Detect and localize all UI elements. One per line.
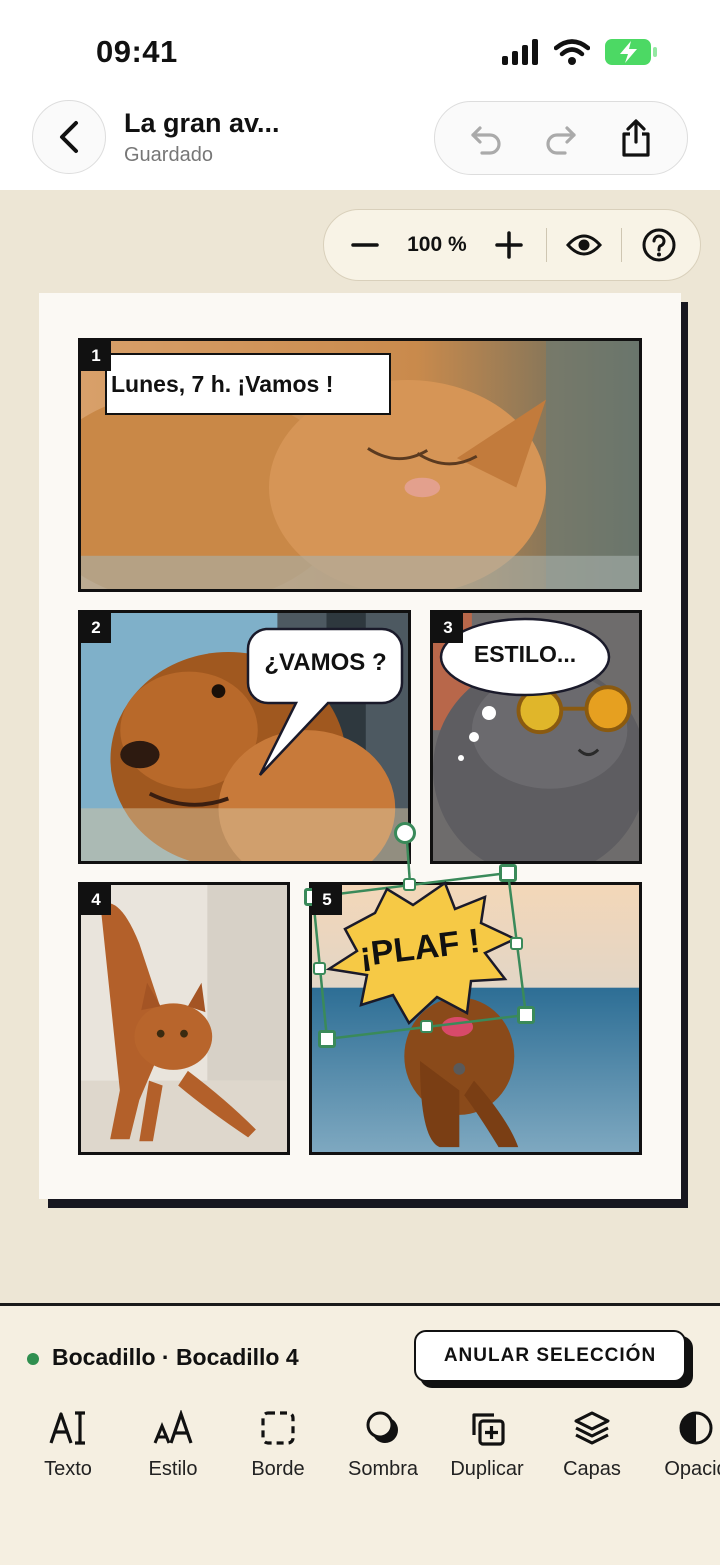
document-title[interactable]: La gran av... (124, 108, 280, 139)
bottom-toolbar: Bocadillo · Bocadillo 4 ANULAR SELECCIÓN… (0, 1303, 720, 1565)
battery-icon (605, 39, 657, 65)
resize-handle[interactable] (517, 1006, 535, 1024)
panel-2[interactable]: 2 ¿VAMOS ? (78, 610, 411, 864)
editor-header: La gran av... Guardado (0, 100, 720, 190)
redo-icon[interactable] (543, 120, 579, 156)
zoom-out-button[interactable] (336, 215, 394, 275)
tool-borde[interactable]: Borde (228, 1406, 328, 1481)
tool-label: Opacid (664, 1458, 720, 1480)
panel-4[interactable]: 4 (78, 882, 290, 1155)
tool-opacidad[interactable]: Opacid (646, 1406, 720, 1481)
tool-label: Texto (44, 1458, 92, 1480)
tool-capas[interactable]: Capas (542, 1406, 642, 1481)
zoom-in-button[interactable] (480, 215, 538, 275)
comic-page: 1 Lunes, 7 h. ¡Vamos ! 2 ¿VAMOS ? 3 ESTI… (39, 293, 681, 1199)
panel-number: 5 (312, 885, 342, 915)
tool-label: Estilo (148, 1458, 198, 1480)
border-icon (261, 1411, 295, 1445)
plus-icon (495, 231, 523, 259)
shadow-icon (366, 1411, 398, 1443)
status-time: 09:41 (96, 34, 178, 69)
tool-label: Sombra (347, 1458, 419, 1480)
resize-handle[interactable] (318, 1030, 336, 1048)
panel-4-image (81, 885, 287, 1152)
tool-duplicar[interactable]: Duplicar (437, 1406, 537, 1481)
text-icon (49, 1411, 85, 1445)
font-size-icon (153, 1410, 193, 1444)
tool-texto[interactable]: Texto (18, 1406, 118, 1481)
resize-handle[interactable] (420, 1020, 433, 1033)
layers-icon (574, 1411, 610, 1445)
panel-1[interactable]: 1 Lunes, 7 h. ¡Vamos ! (78, 338, 642, 592)
status-bar: 09:41 (0, 0, 720, 100)
caption-box[interactable]: Lunes, 7 h. ¡Vamos ! (105, 353, 391, 415)
eye-icon (566, 234, 603, 256)
deselect-button[interactable]: ANULAR SELECCIÓN (414, 1330, 686, 1382)
selection-indicator (27, 1353, 39, 1365)
save-status: Guardado (124, 144, 213, 166)
wifi-icon (554, 39, 590, 65)
panel-3[interactable]: 3 ESTILO... (430, 610, 642, 864)
status-icons (502, 38, 658, 66)
tool-sombra[interactable]: Sombra (333, 1406, 433, 1481)
zoom-level: 100 % (407, 233, 467, 256)
tool-label: Borde (251, 1458, 305, 1480)
back-button[interactable] (32, 100, 106, 174)
speech-bubble-text: ¿VAMOS ? (264, 649, 387, 676)
panel-number: 1 (81, 341, 111, 371)
zoom-toolbar: 100 % (323, 209, 701, 281)
help-icon (642, 228, 676, 262)
undo-icon[interactable] (468, 120, 504, 156)
panel-number: 4 (81, 885, 111, 915)
resize-handle[interactable] (403, 878, 416, 891)
selection-label: Bocadillo · Bocadillo 4 (52, 1344, 299, 1370)
minus-icon (351, 243, 379, 247)
preview-button[interactable] (555, 215, 613, 275)
resize-handle[interactable] (313, 962, 326, 975)
signal-icon (502, 39, 538, 65)
zoom-divider (545, 228, 548, 262)
thought-bubble[interactable] (433, 613, 642, 773)
burst-bubble-selected[interactable]: ¡PLAF ! (304, 822, 545, 1054)
panel-number: 2 (81, 613, 111, 643)
tool-row: Texto Estilo Borde Sombra Duplicar Capas… (0, 1406, 720, 1496)
share-icon[interactable] (618, 118, 654, 158)
thought-bubble-text: ESTILO... (473, 641, 577, 667)
help-button[interactable] (630, 215, 688, 275)
tool-label: Duplicar (450, 1458, 524, 1480)
header-actions (434, 101, 688, 175)
zoom-divider (620, 228, 623, 262)
resize-handle[interactable] (499, 864, 517, 882)
rotate-handle[interactable] (394, 822, 416, 844)
panel-number: 3 (433, 613, 463, 643)
opacity-icon (679, 1411, 713, 1445)
resize-handle[interactable] (510, 937, 523, 950)
chevron-left-icon (60, 121, 78, 153)
duplicate-icon (472, 1413, 505, 1446)
tool-label: Capas (563, 1458, 621, 1480)
tool-estilo[interactable]: Estilo (123, 1406, 223, 1481)
